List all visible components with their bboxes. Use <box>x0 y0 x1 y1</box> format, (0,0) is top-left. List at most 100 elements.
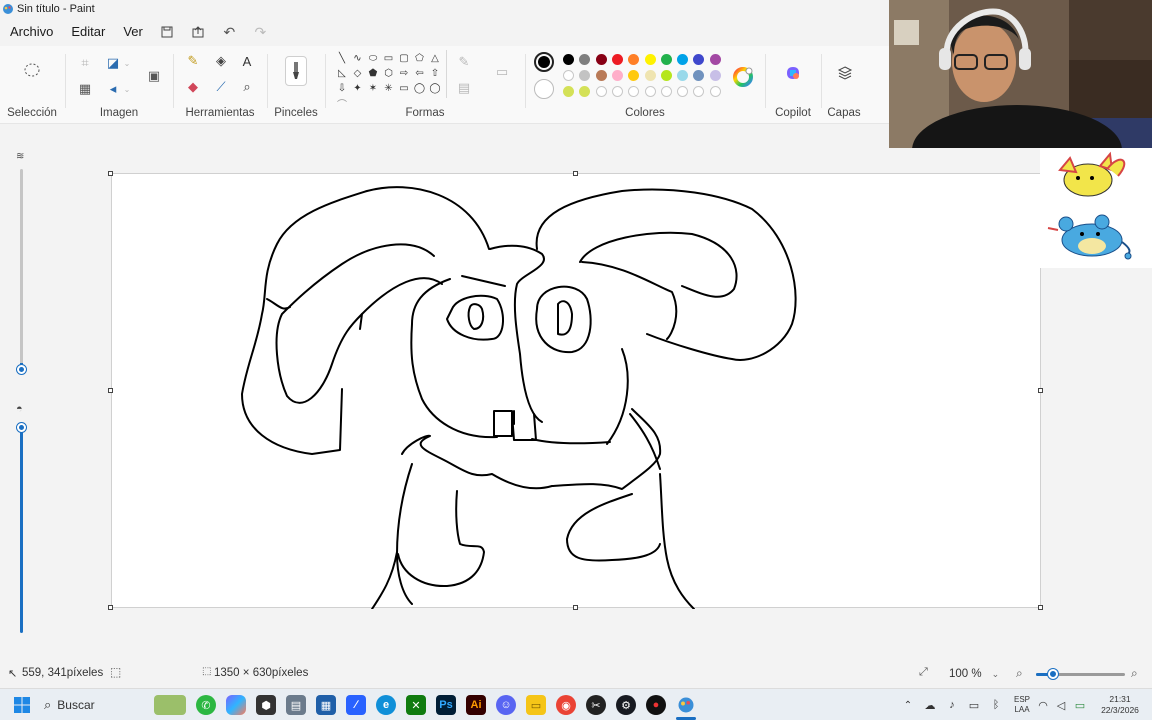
color-swatch[interactable] <box>595 70 607 81</box>
color-swatch[interactable] <box>563 54 574 65</box>
chevron-up-icon[interactable]: ⌃ <box>900 695 916 715</box>
opacity-slider-thumb[interactable] <box>17 423 26 432</box>
size-slider-thumb[interactable] <box>17 365 26 374</box>
flip-icon[interactable]: ◂ <box>104 80 122 98</box>
resize-handle[interactable] <box>108 605 113 610</box>
paint-taskbar-icon[interactable] <box>676 695 696 715</box>
magnifier-icon[interactable]: ⌕ <box>238 78 256 96</box>
redo-icon[interactable]: ↷ <box>245 20 276 44</box>
save-icon[interactable] <box>152 20 183 44</box>
edit-colors-icon[interactable] <box>732 66 754 88</box>
color-swatch[interactable] <box>660 70 672 81</box>
shape-icon[interactable]: ◯ <box>429 82 441 94</box>
capcut-icon[interactable]: ✂ <box>586 695 606 715</box>
color-swatch[interactable] <box>628 70 640 81</box>
chrome-icon[interactable]: ◉ <box>556 695 576 715</box>
color-swatch[interactable] <box>628 54 640 65</box>
color-swatch[interactable] <box>611 86 623 97</box>
shape-icon[interactable]: ✳ <box>383 82 395 94</box>
wifi-icon[interactable]: ◠ <box>1036 695 1050 715</box>
cloud-icon[interactable]: ☁ <box>922 695 938 715</box>
menu-file[interactable]: Archivo <box>0 20 62 44</box>
color-swatch[interactable] <box>595 54 607 65</box>
image-edit-icon[interactable]: ▣ <box>144 66 164 86</box>
color-swatch[interactable] <box>579 54 591 65</box>
shape-icon[interactable]: ⇧ <box>429 67 441 79</box>
secondary-color[interactable] <box>534 79 554 99</box>
eraser-icon[interactable]: ◆ <box>184 78 202 96</box>
text-tool-icon[interactable]: A <box>238 52 256 70</box>
zoom-slider-thumb[interactable] <box>1047 669 1058 679</box>
shape-icon[interactable]: ✶ <box>367 82 379 94</box>
shape-icon[interactable]: ◺ <box>336 67 348 79</box>
discord-icon[interactable]: ☺ <box>496 695 516 715</box>
clock[interactable]: 21:31 22/3/2026 <box>1094 692 1146 718</box>
file-explorer-icon[interactable]: ▭ <box>526 695 546 715</box>
cube-app-icon[interactable]: ⬢ <box>256 695 276 715</box>
triangle-icon[interactable]: △ <box>429 52 441 64</box>
start-button[interactable] <box>12 695 32 715</box>
copilot-taskbar-icon[interactable] <box>226 695 246 715</box>
color-swatch[interactable] <box>611 54 623 65</box>
layers-icon[interactable] <box>834 62 856 84</box>
shape-icon[interactable]: ⇨ <box>398 67 410 79</box>
resize-handle[interactable] <box>573 171 578 176</box>
menu-view[interactable]: Ver <box>114 20 152 44</box>
color-swatch[interactable] <box>579 70 591 81</box>
calculator-icon[interactable]: ▦ <box>316 695 336 715</box>
color-swatch[interactable] <box>644 70 656 81</box>
color-swatch[interactable] <box>709 54 721 65</box>
color-swatch[interactable] <box>644 54 656 65</box>
fill-bucket-icon[interactable]: ◈ <box>212 52 230 70</box>
drawing-canvas[interactable] <box>111 173 1041 610</box>
rectangle-icon[interactable]: ▭ <box>383 52 395 64</box>
color-swatch[interactable] <box>709 70 721 81</box>
zoom-out-icon[interactable]: ⌕ <box>1016 666 1023 681</box>
rotate-icon[interactable]: ▦ <box>76 80 94 98</box>
shape-icon[interactable]: ✦ <box>352 82 364 94</box>
whatsapp-icon[interactable]: ✆ <box>196 695 216 715</box>
color-swatch[interactable] <box>660 54 672 65</box>
color-swatch[interactable] <box>563 70 574 81</box>
color-swatch[interactable] <box>693 70 705 81</box>
crop-icon[interactable]: ⌗ <box>76 54 94 72</box>
display-icon[interactable]: ▭ <box>966 695 982 715</box>
outline-icon[interactable]: ✎ <box>456 54 472 70</box>
language-indicator[interactable]: ESP LAA <box>1010 693 1034 717</box>
xbox-icon[interactable]: ✕ <box>406 695 426 715</box>
illustrator-icon[interactable]: Ai <box>466 695 486 715</box>
zoom-in-icon[interactable]: ⌕ <box>1131 666 1138 681</box>
color-swatch[interactable] <box>709 86 721 97</box>
fit-to-window-icon[interactable]: ⤢ <box>919 666 928 679</box>
microphone-icon[interactable]: ♪ <box>944 695 960 715</box>
resize-handle[interactable] <box>108 388 113 393</box>
color-swatch[interactable] <box>579 86 591 97</box>
shape-icon[interactable]: ⬡ <box>383 67 395 79</box>
chevron-down-icon[interactable]: ⌄ <box>122 80 132 98</box>
resize-handle[interactable] <box>573 605 578 610</box>
battery-icon[interactable]: ▭ <box>1072 695 1088 715</box>
shape-icon[interactable]: ⇩ <box>336 82 348 94</box>
color-swatch[interactable] <box>595 86 607 97</box>
color-swatch[interactable] <box>677 86 689 97</box>
share-icon[interactable] <box>183 20 214 44</box>
color-swatch[interactable] <box>693 86 705 97</box>
polygon-icon[interactable]: ⬠ <box>414 52 426 64</box>
color-swatch[interactable] <box>611 70 623 81</box>
zoom-dropdown[interactable]: 100 % ⌄ <box>942 663 1000 685</box>
shape-style-icon[interactable]: ▭ <box>492 62 512 82</box>
size-slider-track[interactable] <box>20 169 23 369</box>
resize-handle[interactable] <box>108 171 113 176</box>
brush-icon[interactable] <box>285 56 307 86</box>
color-swatch[interactable] <box>693 54 705 65</box>
resize-handle[interactable] <box>1038 388 1043 393</box>
resize-handle[interactable] <box>1038 605 1043 610</box>
color-swatch[interactable] <box>563 86 574 97</box>
menu-edit[interactable]: Editar <box>62 20 114 44</box>
undo-icon[interactable]: ↶ <box>214 20 245 44</box>
line-icon[interactable]: ╲ <box>336 52 348 64</box>
volume-icon[interactable]: ◁ <box>1054 695 1068 715</box>
primary-color[interactable] <box>534 52 554 72</box>
shape-icon[interactable]: ⬟ <box>367 67 379 79</box>
color-picker-icon[interactable]: ⟋ <box>212 78 230 96</box>
